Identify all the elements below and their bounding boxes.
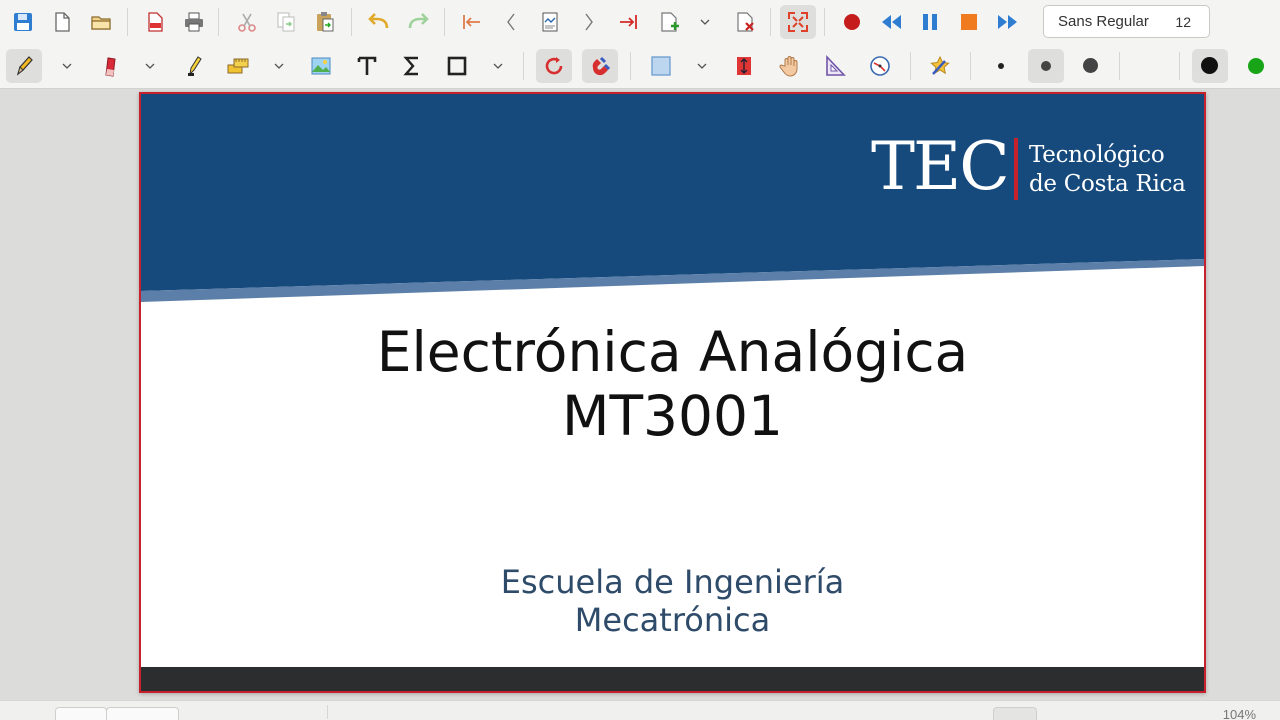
black-swatch-icon [1201,57,1218,74]
pen-icon[interactable] [6,49,42,83]
fill-options-chevron-icon[interactable] [696,60,708,72]
shape-recognizer-icon[interactable] [922,49,958,83]
highlighter-icon[interactable] [175,49,211,83]
title-line-1: Electrónica Analógica [376,320,969,384]
new-page-icon[interactable] [44,5,80,39]
page-number-field[interactable] [55,707,107,720]
subtitle-line-2: Mecatrónica [574,601,771,639]
copy-icon[interactable] [268,5,304,39]
export-pdf-icon[interactable] [137,5,173,39]
save-icon[interactable] [5,5,41,39]
logo-divider [1014,138,1018,200]
fullscreen-icon[interactable] [780,5,816,39]
rotate-snap-icon[interactable] [536,49,572,83]
image-icon[interactable] [303,49,339,83]
hand-icon[interactable] [772,49,808,83]
green-swatch-icon [1248,58,1264,74]
pause-icon[interactable] [912,5,948,39]
eraser-icon[interactable] [92,49,128,83]
text-tool-icon[interactable] [349,49,385,83]
page-overview-icon[interactable] [532,5,568,39]
slide-page[interactable]: TEC Tecnológico de Costa Rica Electrónic… [139,92,1206,693]
formula-icon[interactable] [394,49,430,83]
thickness-medium-button[interactable] [1028,49,1064,83]
slide-title: Electrónica Analógica MT3001 [141,320,1204,448]
medium-dot-icon [1041,61,1051,71]
font-selector-button[interactable]: Sans Regular 12 [1043,5,1210,38]
subtitle-line-1: Escuela de Ingeniería [500,563,845,601]
logo-name-line-2: de Costa Rica [1029,171,1186,197]
tools-toolbar [0,44,1280,89]
add-page-icon[interactable] [651,5,687,39]
thickness-thick-button[interactable] [1073,49,1109,83]
font-size: 12 [1175,13,1191,30]
logo-letters: TEC [871,128,1010,205]
open-folder-icon[interactable] [83,5,119,39]
zoom-level[interactable]: 104% [1223,707,1256,720]
compass-icon[interactable] [862,49,898,83]
shape-icon[interactable] [439,49,475,83]
previous-page-icon[interactable] [493,5,529,39]
vertical-space-icon[interactable] [726,49,762,83]
tec-logo: TEC Tecnológico de Costa Rica [871,132,1191,202]
font-name: Sans Regular [1058,13,1149,30]
redo-icon[interactable] [400,5,436,39]
highlighter-options-chevron-icon[interactable] [273,60,285,72]
logo-name-line-1: Tecnológico [1029,142,1165,168]
fast-forward-icon[interactable] [990,5,1026,39]
status-bar: 104% [0,700,1280,720]
color-black-button[interactable] [1192,49,1228,83]
thickness-fine-button[interactable] [983,49,1019,83]
title-line-2: MT3001 [561,384,784,448]
delete-page-icon[interactable] [727,5,763,39]
last-page-icon[interactable] [610,5,646,39]
paste-icon[interactable] [307,5,343,39]
stop-icon[interactable] [951,5,987,39]
slide-subtitle: Escuela de Ingeniería Mecatrónica [141,563,1204,639]
set-square-icon[interactable] [817,49,853,83]
cut-icon[interactable] [229,5,265,39]
color-green-button[interactable] [1238,49,1274,83]
magnet-icon[interactable] [582,49,618,83]
undo-icon[interactable] [361,5,397,39]
eraser-options-chevron-icon[interactable] [144,60,156,72]
next-page-icon[interactable] [571,5,607,39]
color-picker-purple-icon[interactable] [1133,49,1169,83]
record-icon[interactable] [834,5,870,39]
add-page-dropdown-icon[interactable] [699,16,711,28]
logo-institution-name: Tecnológico de Costa Rica [1029,141,1186,199]
fill-rectangle-icon[interactable] [643,49,679,83]
fine-dot-icon [998,63,1004,69]
shape-options-chevron-icon[interactable] [492,60,504,72]
ruler-select-icon[interactable] [220,49,256,83]
page-layout-selector[interactable] [106,707,179,720]
pen-options-chevron-icon[interactable] [61,60,73,72]
slide-footer-band [141,667,1204,691]
layer-selector[interactable] [993,707,1037,720]
main-toolbar: Sans Regular 12 [0,0,1280,44]
first-page-icon[interactable] [454,5,490,39]
print-icon[interactable] [176,5,212,39]
thick-dot-icon [1083,58,1098,73]
rewind-icon[interactable] [873,5,909,39]
